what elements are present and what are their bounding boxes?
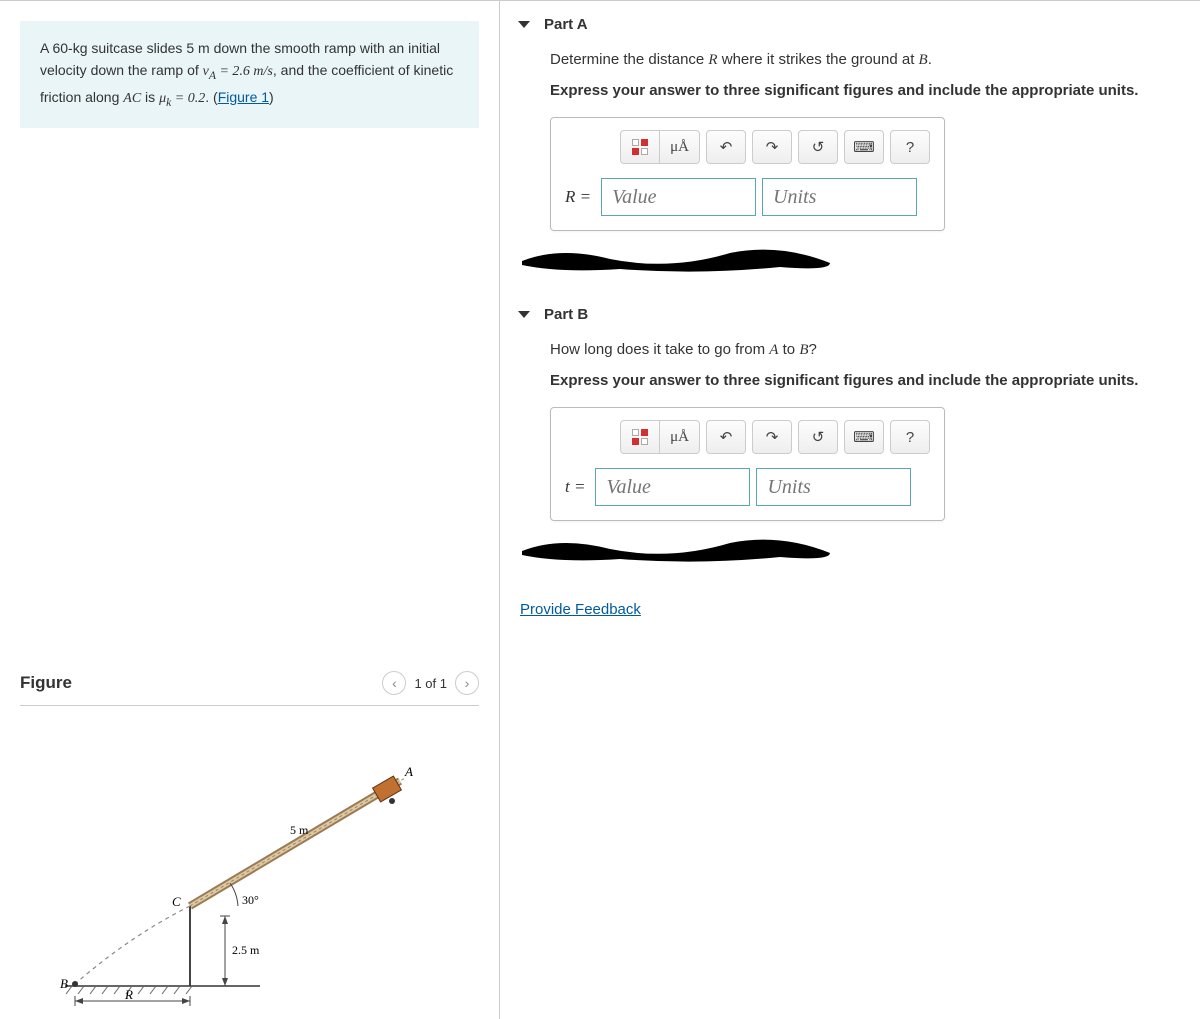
part-b-question: How long does it take to go from A to B?	[550, 338, 1200, 362]
keyboard-icon: ⌨	[853, 138, 875, 156]
units-button[interactable]: μÅ	[660, 130, 700, 164]
part-b-redacted	[520, 531, 820, 561]
svg-text:A: A	[404, 764, 413, 779]
templates-button[interactable]	[620, 420, 660, 454]
part-b-answer-panel: μÅ ↶ ↷ ↺ ⌨ ? t =	[550, 407, 945, 521]
keyboard-icon: ⌨	[853, 428, 875, 446]
part-b-label: t =	[565, 477, 585, 497]
svg-text:C: C	[172, 894, 181, 909]
part-a-question: Determine the distance R where it strike…	[550, 48, 1200, 72]
svg-text:R: R	[124, 987, 133, 1002]
undo-icon: ↶	[720, 428, 733, 446]
templates-icon	[632, 429, 648, 445]
part-a-label: R =	[565, 187, 591, 207]
redo-icon: ↷	[766, 428, 779, 446]
templates-button[interactable]	[620, 130, 660, 164]
provide-feedback-link[interactable]: Provide Feedback	[500, 581, 641, 618]
redo-button[interactable]: ↷	[752, 130, 792, 164]
part-b-units-input[interactable]	[756, 468, 911, 506]
part-a-instruction: Express your answer to three significant…	[550, 82, 1200, 99]
part-b-instruction: Express your answer to three significant…	[550, 372, 1200, 389]
undo-button[interactable]: ↶	[706, 130, 746, 164]
units-button[interactable]: μÅ	[660, 420, 700, 454]
part-b-value-input[interactable]	[595, 468, 750, 506]
help-button[interactable]: ?	[890, 130, 930, 164]
figure-title: Figure	[20, 673, 72, 693]
chevron-down-icon	[518, 311, 530, 318]
svg-text:30°: 30°	[242, 893, 259, 907]
templates-icon	[632, 139, 648, 155]
problem-statement: A 60-kg suitcase slides 5 m down the smo…	[20, 21, 479, 128]
keyboard-button[interactable]: ⌨	[844, 130, 884, 164]
part-a-title: Part A	[544, 16, 588, 33]
reset-icon: ↺	[812, 138, 825, 156]
part-a-answer-panel: μÅ ↶ ↷ ↺ ⌨ ? R =	[550, 117, 945, 231]
reset-button[interactable]: ↺	[798, 420, 838, 454]
part-b-title: Part B	[544, 306, 588, 323]
part-a-units-input[interactable]	[762, 178, 917, 216]
undo-icon: ↶	[720, 138, 733, 156]
svg-text:2.5 m: 2.5 m	[232, 943, 260, 957]
keyboard-button[interactable]: ⌨	[844, 420, 884, 454]
figure-link[interactable]: Figure 1	[218, 89, 269, 105]
undo-button[interactable]: ↶	[706, 420, 746, 454]
redo-button[interactable]: ↷	[752, 420, 792, 454]
reset-button[interactable]: ↺	[798, 130, 838, 164]
part-a-value-input[interactable]	[601, 178, 756, 216]
svg-text:B: B	[60, 976, 68, 991]
chevron-down-icon	[518, 21, 530, 28]
redo-icon: ↷	[766, 138, 779, 156]
part-a-header[interactable]: Part A	[500, 1, 1200, 48]
part-a-redacted	[520, 241, 820, 271]
figure-prev-button[interactable]: ‹	[382, 671, 406, 695]
figure-next-button[interactable]: ›	[455, 671, 479, 695]
figure-pager: 1 of 1	[414, 676, 447, 691]
part-b-header[interactable]: Part B	[500, 291, 1200, 338]
reset-icon: ↺	[812, 428, 825, 446]
figure-diagram: 5 m A C 30° 2.5 m	[20, 706, 479, 1019]
help-button[interactable]: ?	[890, 420, 930, 454]
svg-text:5 m: 5 m	[290, 823, 309, 837]
